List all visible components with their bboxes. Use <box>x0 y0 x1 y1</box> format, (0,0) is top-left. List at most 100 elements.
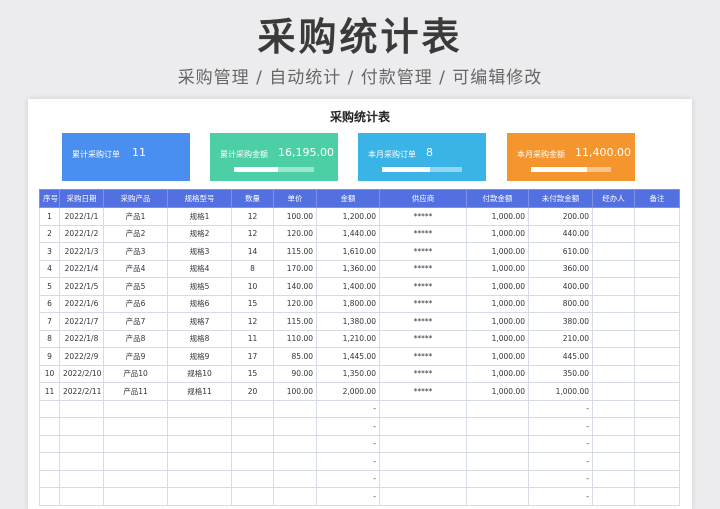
table-cell[interactable]: 210.00 <box>528 329 593 348</box>
table-cell[interactable] <box>273 452 317 471</box>
table-cell[interactable]: 10 <box>39 364 60 383</box>
table-cell[interactable] <box>39 469 60 488</box>
table-cell[interactable]: 8 <box>231 259 274 278</box>
table-cell[interactable]: 360.00 <box>528 259 593 278</box>
table-cell[interactable]: 2 <box>39 224 60 243</box>
table-cell[interactable]: 8 <box>39 329 60 348</box>
table-cell[interactable] <box>634 259 680 278</box>
table-cell[interactable]: ***** <box>379 312 467 331</box>
table-cell[interactable] <box>273 469 317 488</box>
table-cell[interactable]: 7 <box>39 312 60 331</box>
table-cell[interactable] <box>592 347 635 366</box>
column-header[interactable]: 备注 <box>634 189 680 208</box>
table-cell[interactable] <box>634 277 680 296</box>
table-cell[interactable]: - <box>528 469 593 488</box>
table-cell[interactable] <box>39 417 60 436</box>
table-cell[interactable] <box>379 399 467 418</box>
table-cell[interactable] <box>59 469 104 488</box>
table-cell[interactable]: ***** <box>379 224 467 243</box>
table-cell[interactable] <box>466 417 529 436</box>
table-cell[interactable] <box>592 382 635 401</box>
table-cell[interactable]: ***** <box>379 382 467 401</box>
table-cell[interactable]: 1,445.00 <box>316 347 380 366</box>
table-cell[interactable]: 12 <box>231 207 274 226</box>
table-cell[interactable] <box>592 207 635 226</box>
table-cell[interactable]: 445.00 <box>528 347 593 366</box>
table-cell[interactable]: ***** <box>379 294 467 313</box>
table-cell[interactable]: 产品5 <box>103 277 168 296</box>
table-cell[interactable] <box>59 399 104 418</box>
table-cell[interactable] <box>231 469 274 488</box>
table-cell[interactable] <box>592 242 635 261</box>
table-cell[interactable]: ***** <box>379 242 467 261</box>
table-cell[interactable] <box>379 417 467 436</box>
table-cell[interactable]: 规格4 <box>167 259 232 278</box>
table-cell[interactable]: - <box>316 399 380 418</box>
table-cell[interactable]: 2022/2/9 <box>59 347 104 366</box>
table-cell[interactable]: - <box>316 417 380 436</box>
table-cell[interactable] <box>634 452 680 471</box>
table-cell[interactable]: 1,000.00 <box>466 277 529 296</box>
column-header[interactable]: 付款金额 <box>466 189 529 208</box>
table-cell[interactable] <box>592 434 635 453</box>
table-cell[interactable]: 规格9 <box>167 347 232 366</box>
table-cell[interactable] <box>634 207 680 226</box>
table-cell[interactable]: ***** <box>379 207 467 226</box>
table-cell[interactable] <box>273 487 317 506</box>
table-cell[interactable]: 2022/2/10 <box>59 364 104 383</box>
table-cell[interactable]: 17 <box>231 347 274 366</box>
table-cell[interactable]: - <box>316 452 380 471</box>
table-cell[interactable]: - <box>528 399 593 418</box>
column-header[interactable]: 采购日期 <box>59 189 104 208</box>
table-cell[interactable] <box>466 452 529 471</box>
table-cell[interactable] <box>592 329 635 348</box>
table-cell[interactable] <box>634 329 680 348</box>
column-header[interactable]: 数量 <box>231 189 274 208</box>
table-cell[interactable]: 800.00 <box>528 294 593 313</box>
column-header[interactable]: 单价 <box>273 189 317 208</box>
table-cell[interactable] <box>634 242 680 261</box>
table-cell[interactable] <box>592 399 635 418</box>
table-cell[interactable]: 11 <box>39 382 60 401</box>
table-cell[interactable] <box>592 417 635 436</box>
table-cell[interactable]: 12 <box>231 312 274 331</box>
table-cell[interactable] <box>231 452 274 471</box>
table-cell[interactable]: 2022/2/11 <box>59 382 104 401</box>
table-cell[interactable]: 规格11 <box>167 382 232 401</box>
table-cell[interactable] <box>466 434 529 453</box>
table-cell[interactable]: 1,360.00 <box>316 259 380 278</box>
column-header[interactable]: 规格型号 <box>167 189 232 208</box>
table-cell[interactable] <box>39 434 60 453</box>
table-cell[interactable]: 90.00 <box>273 364 317 383</box>
table-cell[interactable]: - <box>528 434 593 453</box>
table-cell[interactable]: 1,000.00 <box>466 382 529 401</box>
table-cell[interactable] <box>103 434 168 453</box>
table-cell[interactable]: 2022/1/8 <box>59 329 104 348</box>
table-cell[interactable]: 11 <box>231 329 274 348</box>
table-cell[interactable]: 380.00 <box>528 312 593 331</box>
table-cell[interactable]: 12 <box>231 224 274 243</box>
table-cell[interactable] <box>592 487 635 506</box>
table-cell[interactable]: 规格1 <box>167 207 232 226</box>
table-cell[interactable] <box>634 312 680 331</box>
table-cell[interactable]: 120.00 <box>273 224 317 243</box>
table-cell[interactable] <box>59 417 104 436</box>
table-cell[interactable]: 2022/1/4 <box>59 259 104 278</box>
table-cell[interactable]: 1,000.00 <box>466 329 529 348</box>
column-header[interactable]: 供应商 <box>379 189 467 208</box>
table-cell[interactable]: 120.00 <box>273 294 317 313</box>
table-cell[interactable]: 2022/1/3 <box>59 242 104 261</box>
table-cell[interactable] <box>592 312 635 331</box>
table-cell[interactable] <box>39 399 60 418</box>
table-cell[interactable]: 1,350.00 <box>316 364 380 383</box>
table-cell[interactable] <box>39 487 60 506</box>
table-cell[interactable]: 1,000.00 <box>466 242 529 261</box>
table-cell[interactable]: 规格5 <box>167 277 232 296</box>
table-cell[interactable]: 规格6 <box>167 294 232 313</box>
table-cell[interactable] <box>634 347 680 366</box>
table-cell[interactable] <box>466 487 529 506</box>
table-cell[interactable]: 15 <box>231 294 274 313</box>
table-cell[interactable] <box>466 469 529 488</box>
table-cell[interactable]: 10 <box>231 277 274 296</box>
table-cell[interactable]: 规格3 <box>167 242 232 261</box>
